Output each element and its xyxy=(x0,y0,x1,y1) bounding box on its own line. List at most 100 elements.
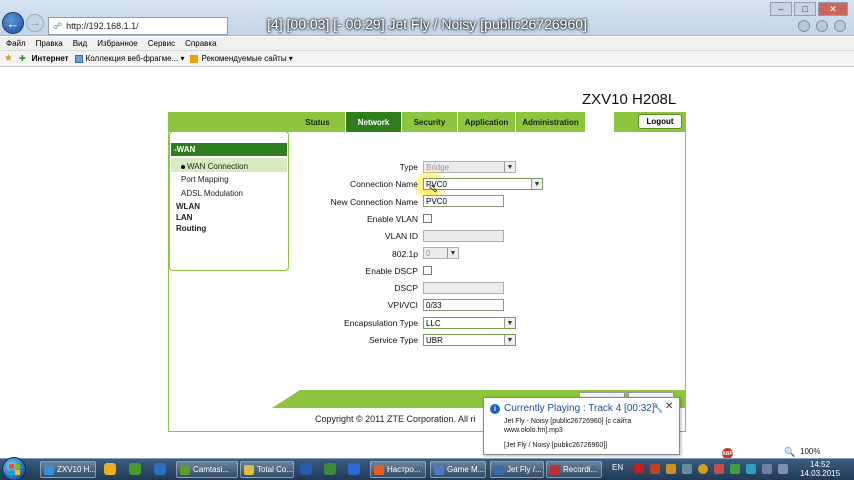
sidebar-item-adsl-modulation[interactable]: ADSL Modulation xyxy=(181,189,243,198)
sidebar-group-lan[interactable]: LAN xyxy=(176,213,192,222)
taskbar-total-commander[interactable]: Total Co... xyxy=(240,461,294,478)
service-type-label: Service Type xyxy=(369,335,418,345)
tab-application[interactable]: Application xyxy=(458,112,516,132)
app-icon-1[interactable] xyxy=(129,463,141,475)
tab-status[interactable]: Status xyxy=(290,112,346,132)
window-controls: – □ ✕ xyxy=(770,2,848,16)
dscp-input[interactable] xyxy=(423,282,504,294)
volume-icon[interactable] xyxy=(778,464,788,474)
camtasia-icon xyxy=(180,464,190,475)
tray-icon-5[interactable] xyxy=(698,464,708,474)
sidebar-item-port-mapping[interactable]: Port Mapping xyxy=(181,175,229,184)
taskbar-camtasia[interactable]: Camtasi... xyxy=(176,461,238,478)
tray-icon-3[interactable] xyxy=(666,464,676,474)
menu-bar: Файл Правка Вид Избранное Сервис Справка xyxy=(0,37,854,51)
encapsulation-type-label: Encapsulation Type xyxy=(343,318,418,328)
favorites-item-suggested[interactable]: Рекомендуемые сайты ▾ xyxy=(190,54,293,63)
favorites-item-slices[interactable]: Коллекция веб-фрагме... ▾ xyxy=(74,54,184,63)
vpivci-label: VPI/VCI xyxy=(387,300,418,310)
enable-dscp-checkbox[interactable] xyxy=(423,266,432,275)
sidebar-group-routing[interactable]: Routing xyxy=(176,224,206,233)
menu-favorites[interactable]: Избранное xyxy=(97,39,138,48)
tray-icon-4[interactable] xyxy=(682,464,692,474)
8021p-select[interactable]: 0 ▼ xyxy=(423,247,459,259)
tab-bar-left xyxy=(168,112,290,132)
game-icon xyxy=(434,464,444,475)
clock[interactable]: 14:52 14.03.2015 xyxy=(800,460,840,478)
video-overlay-title: [4] [00:03] [- 00:29] Jet Fly / Noisy [p… xyxy=(267,16,587,32)
clock-time: 14:52 xyxy=(810,460,831,469)
menu-tools[interactable]: Сервис xyxy=(148,39,175,48)
logout-button[interactable]: Logout xyxy=(638,114,682,129)
clock-date: 14.03.2015 xyxy=(800,469,841,478)
bullet-icon xyxy=(181,164,185,169)
zoom-icon[interactable]: 🔍 xyxy=(784,447,795,458)
enable-vlan-label: Enable VLAN xyxy=(366,214,418,224)
tray-icon-1[interactable] xyxy=(634,464,644,474)
new-connection-name-input[interactable]: PVC0 xyxy=(423,195,504,207)
vlan-id-input[interactable] xyxy=(423,230,504,242)
tab-network[interactable]: Network xyxy=(346,112,402,132)
network-icon[interactable] xyxy=(762,464,772,474)
bing-icon xyxy=(190,54,199,63)
word-icon[interactable] xyxy=(300,463,312,475)
wrench-icon[interactable]: 🔧 xyxy=(652,403,663,414)
firefox-icon xyxy=(374,464,384,475)
taskbar-ie[interactable]: ZXV10 H... xyxy=(40,461,96,478)
taskbar-settings[interactable]: Настро... xyxy=(370,461,426,478)
popup-close-icon[interactable]: ✕ xyxy=(665,401,673,412)
minimize-button[interactable]: – xyxy=(770,2,792,16)
sidebar-item-wan-connection[interactable]: WAN Connection xyxy=(181,162,248,171)
windows-logo-icon xyxy=(8,463,20,475)
vlan-id-label: VLAN ID xyxy=(384,231,418,241)
player-icon xyxy=(494,464,504,475)
sidebar-group-wlan[interactable]: WLAN xyxy=(176,202,200,211)
encapsulation-type-select[interactable]: LLC ▼ xyxy=(423,317,516,329)
taskbar-recording[interactable]: Recordi... xyxy=(546,461,602,478)
chevron-down-icon: ▼ xyxy=(504,335,515,345)
favorites-label[interactable]: Интернет xyxy=(32,54,69,63)
copyright: Copyright © 2011 ZTE Corporation. All ri xyxy=(315,414,476,424)
service-type-select[interactable]: UBR ▼ xyxy=(423,334,516,346)
popup-title: Currently Playing : Track 4 [00:32] xyxy=(504,403,655,414)
taskbar-game-mode[interactable]: Game M... xyxy=(430,461,486,478)
close-button[interactable]: ✕ xyxy=(818,2,848,16)
screen: ← → ☍ http://192.168.1.1/ – □ ✕ [4] [00:… xyxy=(0,0,854,480)
now-playing-popup[interactable]: i Currently Playing : Track 4 [00:32] 🔧 … xyxy=(483,397,680,455)
tab-security[interactable]: Security xyxy=(402,112,458,132)
sidebar-section-wan[interactable]: -WAN xyxy=(171,143,287,156)
menu-edit[interactable]: Правка xyxy=(36,39,63,48)
menu-file[interactable]: Файл xyxy=(6,39,26,48)
language-indicator[interactable]: EN xyxy=(612,463,623,472)
vpivci-input[interactable]: 0/33 xyxy=(423,299,504,311)
start-button[interactable] xyxy=(2,457,26,480)
chevron-down-icon: ▼ xyxy=(447,248,458,258)
app-icon-3[interactable] xyxy=(324,463,336,475)
tray-icon-8[interactable] xyxy=(746,464,756,474)
menu-view[interactable]: Вид xyxy=(73,39,87,48)
tab-administration[interactable]: Administration xyxy=(516,112,586,132)
connection-name-label: Connection Name xyxy=(349,179,418,189)
maximize-button[interactable]: □ xyxy=(794,2,816,16)
tray-icon-2[interactable] xyxy=(650,464,660,474)
app-icon-4[interactable] xyxy=(348,463,360,475)
popup-line-3: [Jet Fly / Noisy [public26726960]] xyxy=(504,442,608,449)
menu-help[interactable]: Справка xyxy=(185,39,216,48)
taskbar-player[interactable]: Jet Fly /... xyxy=(490,461,544,478)
type-label: Type xyxy=(399,162,418,172)
enable-vlan-checkbox[interactable] xyxy=(423,214,432,223)
cursor-icon: ⬁ xyxy=(428,181,439,195)
slice-icon xyxy=(74,54,83,63)
favorites-add-icon[interactable]: ✚ xyxy=(19,54,26,63)
connection-name-select[interactable]: PVC0 ▼ xyxy=(423,178,543,190)
zoom-level[interactable]: 100% xyxy=(800,447,820,456)
favorites-bar: ★ ✚ Интернет Коллекция веб-фрагме... ▾ Р… xyxy=(0,51,854,67)
main-tabs: Status Network Security Application Admi… xyxy=(290,112,586,132)
chrome-icon[interactable] xyxy=(104,463,116,475)
tray-icon-7[interactable] xyxy=(730,464,740,474)
info-icon: i xyxy=(490,404,500,414)
app-icon-2[interactable] xyxy=(154,463,166,475)
ie-icon xyxy=(44,464,54,475)
tray-icon-6[interactable] xyxy=(714,464,724,474)
favorites-star-icon[interactable]: ★ xyxy=(4,53,13,64)
